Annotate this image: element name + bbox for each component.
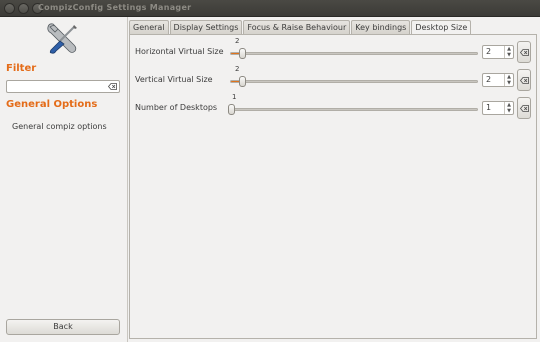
slider-value-label: 2 <box>235 37 240 45</box>
screwdriver-wrench-icon <box>47 23 77 54</box>
filter-heading: Filter <box>6 63 37 74</box>
setting-label: Number of Desktops <box>135 103 218 112</box>
spin-down-icon[interactable]: ▼ <box>505 80 513 86</box>
general-options-heading: General Options <box>6 99 98 110</box>
tab-key-bindings[interactable]: Key bindings <box>351 20 411 34</box>
back-button[interactable]: Back <box>6 319 120 335</box>
horizontal-size-spinbox[interactable]: 2 ▲ ▼ <box>482 45 514 59</box>
setting-label: Horizontal Virtual Size <box>135 47 224 56</box>
window-title: CompizConfig Settings Manager <box>38 3 192 12</box>
clear-text-icon <box>520 77 529 84</box>
filter-field[interactable] <box>6 80 120 93</box>
sidebar-item-general-compiz-options[interactable]: General compiz options <box>12 122 107 131</box>
setting-label: Vertical Virtual Size <box>135 75 213 84</box>
setting-row-horizontal-virtual-size: Horizontal Virtual Size 2 2 ▲ ▼ <box>135 37 535 67</box>
filter-input[interactable] <box>9 81 105 92</box>
slider-thumb[interactable] <box>239 48 247 59</box>
spin-buttons: ▲ ▼ <box>504 46 513 58</box>
clear-text-icon <box>520 105 529 112</box>
tab-display-settings[interactable]: Display Settings <box>169 20 243 34</box>
vertical-size-spinbox[interactable]: 2 ▲ ▼ <box>482 73 514 87</box>
ccsm-window: CompizConfig Settings Manager Filter Gen… <box>0 0 540 342</box>
clear-text-icon[interactable] <box>108 83 117 90</box>
slider-value-label: 2 <box>235 65 240 73</box>
slider-thumb[interactable] <box>228 104 235 115</box>
number-of-desktops-spinbox[interactable]: 1 ▲ ▼ <box>482 101 514 115</box>
sidebar: Filter General Options General compiz op… <box>0 17 128 342</box>
spin-buttons: ▲ ▼ <box>504 102 513 114</box>
reset-button[interactable] <box>517 41 531 63</box>
tab-bar: General Display Settings Focus & Raise B… <box>129 20 472 35</box>
spinbox-value[interactable]: 1 <box>486 103 491 112</box>
title-bar[interactable]: CompizConfig Settings Manager <box>0 0 540 17</box>
slider-value-label: 1 <box>232 93 237 101</box>
slider-thumb[interactable] <box>239 76 247 87</box>
tab-desktop-size[interactable]: Desktop Size <box>411 20 472 35</box>
close-window-button[interactable] <box>4 3 15 14</box>
spinbox-value[interactable]: 2 <box>486 75 491 84</box>
minimize-window-button[interactable] <box>18 3 29 14</box>
spin-down-icon[interactable]: ▼ <box>505 52 513 58</box>
slider-track[interactable] <box>230 52 478 55</box>
slider-track[interactable] <box>230 80 478 83</box>
slider-track[interactable] <box>230 108 478 111</box>
spin-buttons: ▲ ▼ <box>504 74 513 86</box>
reset-button[interactable] <box>517 97 531 119</box>
tab-focus-raise-behaviour[interactable]: Focus & Raise Behaviour <box>243 20 351 34</box>
desktop-size-panel: Horizontal Virtual Size 2 2 ▲ ▼ Vertical… <box>129 34 537 339</box>
reset-button[interactable] <box>517 69 531 91</box>
tab-general[interactable]: General <box>129 20 169 34</box>
spin-down-icon[interactable]: ▼ <box>505 108 513 114</box>
setting-row-vertical-virtual-size: Vertical Virtual Size 2 2 ▲ ▼ <box>135 65 535 95</box>
clear-text-icon <box>520 49 529 56</box>
spinbox-value[interactable]: 2 <box>486 47 491 56</box>
setting-row-number-of-desktops: Number of Desktops 1 1 ▲ ▼ <box>135 93 535 123</box>
